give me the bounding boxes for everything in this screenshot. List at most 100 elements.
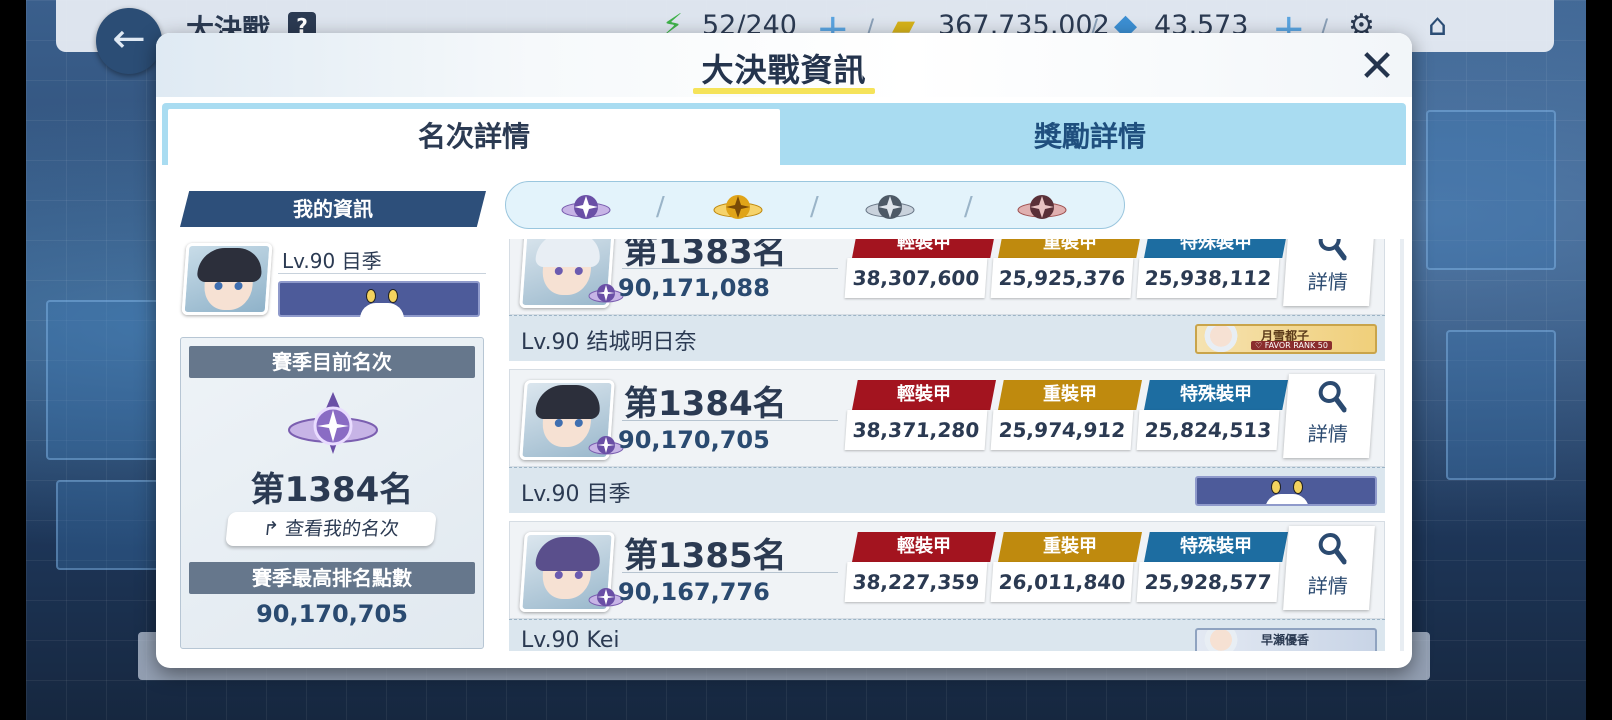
favor-rank-banner: 早瀬優香	[1195, 628, 1377, 651]
cat-banner-icon	[1265, 478, 1309, 504]
best-score-label: 賽季最高排名點數	[189, 562, 475, 594]
close-button[interactable]: ✕	[1354, 45, 1400, 91]
entry-name-row: Lv.90 Kei 早瀬優香	[509, 619, 1385, 651]
details-button[interactable]: 詳情	[1283, 374, 1375, 458]
heavy-armor-value: 25,974,912	[990, 410, 1134, 450]
entry-score: 90,171,088	[618, 274, 770, 302]
favor-rank-banner: 月雪都子 ♡ FAVOR RANK 50	[1195, 324, 1377, 354]
light-armor-label: 輕裝甲	[852, 239, 996, 258]
tier-separator: /	[810, 192, 819, 222]
special-armor-value: 25,938,112	[1136, 258, 1280, 298]
entry-player-name: Lv.90 结城明日奈	[521, 330, 697, 355]
special-armor-score: 特殊裝甲 25,824,513	[1136, 380, 1288, 454]
special-armor-label: 特殊裝甲	[1144, 380, 1288, 410]
light-armor-label: 輕裝甲	[852, 532, 996, 562]
special-armor-score: 特殊裝甲 25,938,112	[1136, 239, 1288, 302]
heavy-armor-value: 25,925,376	[990, 258, 1134, 298]
light-armor-value: 38,227,359	[844, 562, 988, 602]
entry-score: 90,167,776	[618, 578, 770, 606]
tab-ranking-details[interactable]: 名次詳情	[168, 109, 780, 165]
heavy-armor-label: 重裝甲	[998, 380, 1142, 410]
ranking-list[interactable]: 第1383名 90,171,088 輕裝甲 38,307,600 重裝甲 25,…	[505, 239, 1397, 651]
entry-name-row: Lv.90 结城明日奈 月雪都子 ♡ FAVOR RANK 50	[509, 315, 1385, 361]
tab-content: 我的資訊 Lv.90 目季 賽季目前名次 第1384名 ↱ 查看我的名次 賽季最…	[162, 165, 1406, 661]
heavy-armor-label: 重裝甲	[998, 239, 1142, 258]
details-label: 詳情	[1306, 574, 1349, 598]
heavy-armor-label: 重裝甲	[998, 532, 1142, 562]
special-armor-label: 特殊裝甲	[1144, 239, 1288, 258]
heavy-armor-score: 重裝甲 25,925,376	[990, 239, 1142, 302]
entry-name-row: Lv.90 目季	[509, 467, 1385, 513]
student-thumbnail	[1201, 630, 1241, 651]
divider	[622, 268, 838, 269]
divider	[622, 420, 838, 421]
background-monitor	[1446, 330, 1556, 480]
close-icon: ✕	[1358, 41, 1396, 92]
entry-score: 90,170,705	[618, 426, 770, 454]
magnifier-icon	[1318, 239, 1347, 261]
cat-banner-icon	[360, 285, 404, 319]
ranking-entry: 第1383名 90,171,088 輕裝甲 38,307,600 重裝甲 25,…	[509, 239, 1385, 363]
list-scrollbar[interactable]	[1400, 239, 1404, 651]
season-rank-value: 第1384名	[250, 470, 414, 510]
details-label: 詳情	[1306, 422, 1349, 446]
favor-rank-label: ♡ FAVOR RANK 50	[1251, 341, 1332, 350]
student-thumbnail	[1201, 326, 1241, 352]
my-level-name: Lv.90 目季	[282, 249, 382, 273]
entry-player-name: Lv.90 目季	[521, 482, 631, 507]
back-button[interactable]: ←	[96, 8, 162, 74]
details-button[interactable]: 詳情	[1283, 526, 1375, 610]
special-armor-value: 25,928,577	[1136, 562, 1280, 602]
entry-player-name: Lv.90 Kei	[521, 628, 620, 651]
light-armor-value: 38,371,280	[844, 410, 988, 450]
season-rank-box: 賽季目前名次 第1384名 ↱ 查看我的名次 賽季最高排名點數 90,170,7…	[180, 337, 484, 649]
entry-stats-row: 第1383名 90,171,088 輕裝甲 38,307,600 重裝甲 25,…	[509, 239, 1385, 315]
special-armor-value: 25,824,513	[1136, 410, 1280, 450]
tab-panel: 名次詳情 獎勵詳情 我的資訊 Lv.90 目季 賽季目前名次 第1384名 ↱ …	[162, 103, 1406, 661]
entry-rank: 第1384名	[624, 384, 787, 424]
background-monitor	[46, 300, 166, 460]
heavy-armor-score: 重裝甲 25,974,912	[990, 380, 1142, 454]
view-my-rank-button[interactable]: ↱ 查看我的名次	[225, 512, 437, 546]
ranking-entry-self: 第1384名 90,170,705 輕裝甲 38,371,280 重裝甲 25,…	[509, 369, 1385, 515]
tab-reward-details[interactable]: 獎勵詳情	[780, 109, 1400, 165]
tier-separator: /	[656, 192, 665, 222]
background-monitor	[56, 480, 166, 570]
gold-tier-icon[interactable]	[712, 186, 764, 226]
magnifier-icon	[1318, 533, 1347, 565]
tier-separator: /	[964, 192, 973, 222]
tier-filter: / / /	[505, 181, 1125, 229]
my-profile-banner	[278, 281, 480, 319]
title-underline	[693, 88, 875, 94]
bronze-tier-icon[interactable]	[1016, 186, 1068, 226]
share-arrow-icon: ↱	[261, 518, 281, 540]
light-armor-score: 輕裝甲 38,307,600	[844, 239, 996, 302]
background-monitor	[1426, 110, 1556, 270]
details-button[interactable]: 詳情	[1283, 239, 1375, 306]
heavy-armor-score: 重裝甲 26,011,840	[990, 532, 1142, 606]
modal-title: 大決戰資訊	[701, 51, 867, 89]
entry-rank: 第1385名	[624, 536, 787, 576]
divider	[278, 273, 486, 274]
profile-banner	[1195, 476, 1377, 506]
avatar-hair	[196, 248, 264, 282]
my-info-label: 我的資訊	[180, 191, 486, 227]
best-score-value: 90,170,705	[256, 600, 408, 628]
magnifier-icon	[1318, 381, 1347, 413]
light-armor-score: 輕裝甲 38,227,359	[844, 532, 996, 606]
divider	[622, 572, 838, 573]
season-rank-label: 賽季目前名次	[189, 346, 475, 378]
light-armor-score: 輕裝甲 38,371,280	[844, 380, 996, 454]
grand-assault-info-modal: 大決戰資訊 ✕ 名次詳情 獎勵詳情 我的資訊 Lv.90 目季 賽季目前名次 第…	[156, 33, 1412, 668]
favor-student-name: 早瀬優香	[1261, 633, 1310, 647]
entry-stats-row: 第1385名 90,167,776 輕裝甲 38,227,359 重裝甲 26,…	[509, 521, 1385, 619]
platinum-tier-icon[interactable]	[560, 186, 612, 226]
silver-tier-icon[interactable]	[864, 186, 916, 226]
special-armor-label: 特殊裝甲	[1144, 532, 1288, 562]
heavy-armor-value: 26,011,840	[990, 562, 1134, 602]
home-icon[interactable]: ⌂	[1428, 8, 1447, 43]
ranking-entry: 第1385名 90,167,776 輕裝甲 38,227,359 重裝甲 26,…	[509, 521, 1385, 651]
back-arrow-icon: ←	[112, 16, 146, 62]
special-armor-score: 特殊裝甲 25,928,577	[1136, 532, 1288, 606]
view-my-rank-label: 查看我的名次	[283, 518, 401, 540]
